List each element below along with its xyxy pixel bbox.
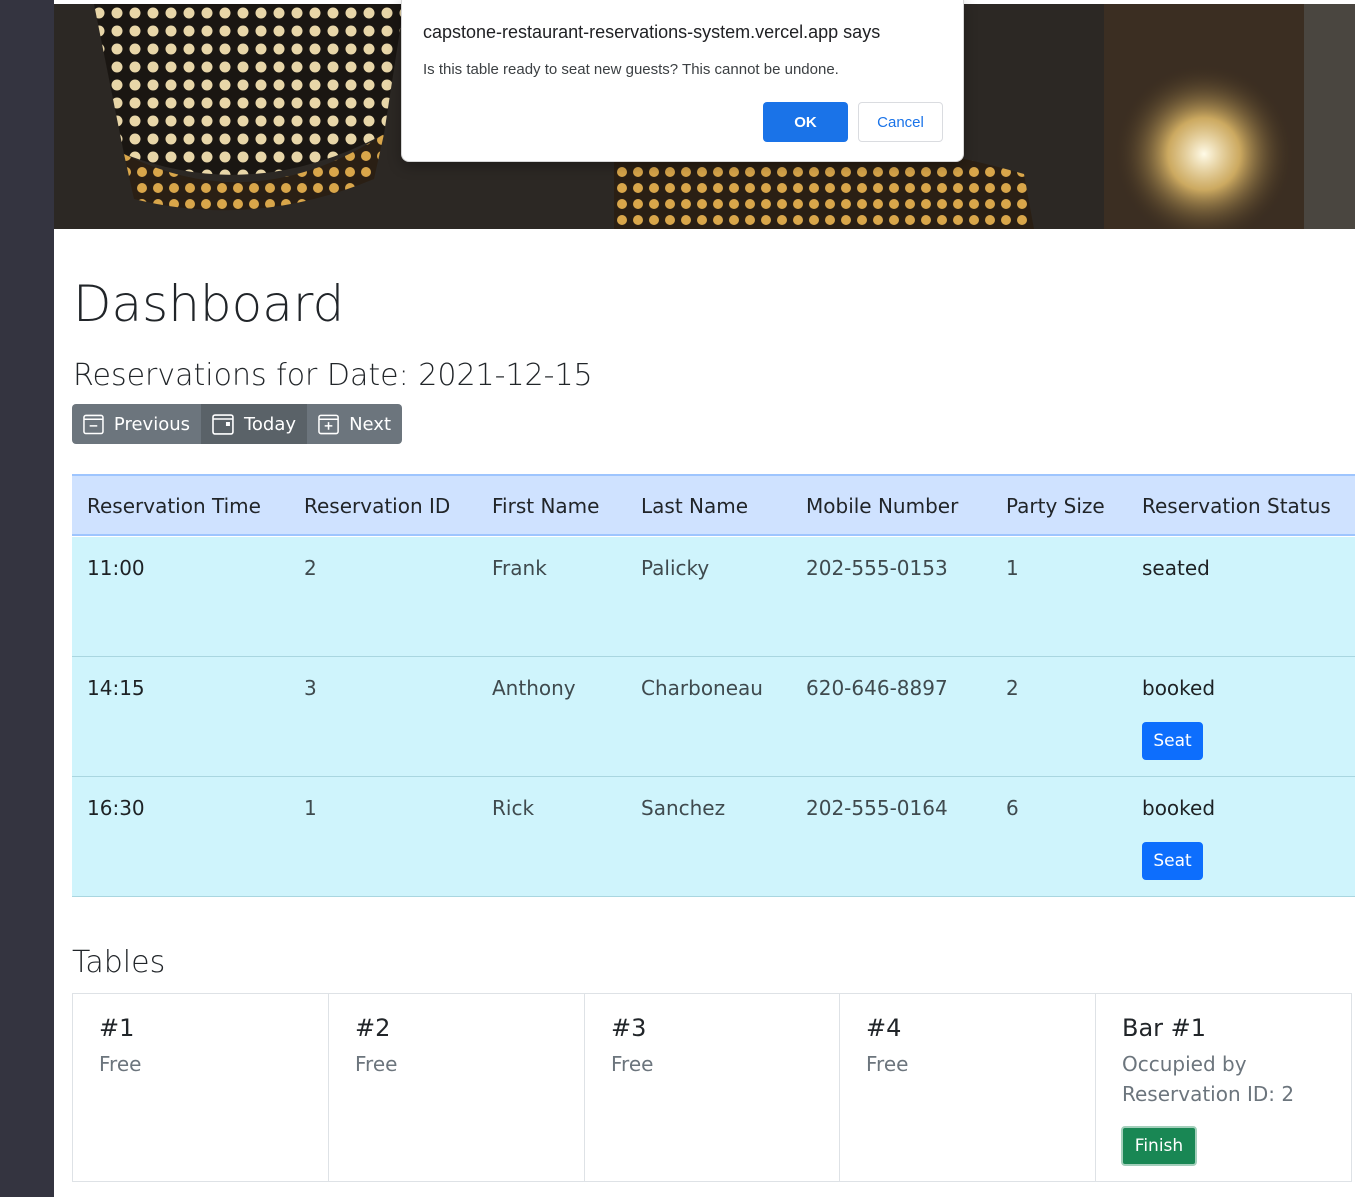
first-name: Frank <box>492 556 547 580</box>
table-status: Free <box>611 1052 654 1076</box>
tables-list: #1 Free #2 Free #3 Free #4 Free Bar #1 O… <box>72 993 1352 1182</box>
table-name: #3 <box>611 1014 647 1042</box>
sidebar <box>0 0 54 1197</box>
reservation-status: booked <box>1142 676 1216 700</box>
reservation-time: 16:30 <box>87 796 145 820</box>
table-status: Free <box>99 1052 142 1076</box>
today-label: Today <box>243 413 296 435</box>
mobile-number: 620-646-8897 <box>806 676 948 700</box>
table-name: Bar #1 <box>1122 1014 1207 1042</box>
last-name: Sanchez <box>641 796 726 820</box>
previous-button[interactable]: Previous <box>72 404 201 444</box>
table-name: #2 <box>355 1014 391 1042</box>
reservations-header: Reservation Time Reservation ID First Na… <box>72 474 1355 536</box>
calendar-icon <box>212 414 234 435</box>
party-size: 1 <box>1006 556 1019 580</box>
dialog-title: capstone-restaurant-reservations-system.… <box>423 22 881 42</box>
table-name: #4 <box>866 1014 902 1042</box>
col-reservation-id: Reservation ID <box>304 494 451 518</box>
table-card: #1 Free <box>73 994 329 1181</box>
party-size: 6 <box>1006 796 1019 820</box>
table-row: 11:00 2 Frank Palicky 202-555-0153 1 sea… <box>72 537 1355 657</box>
today-button[interactable]: Today <box>201 404 307 444</box>
calendar-minus-icon <box>83 414 104 435</box>
col-reservation-status: Reservation Status <box>1142 494 1331 518</box>
table-row: 14:15 3 Anthony Charboneau 620-646-8897 … <box>72 657 1355 777</box>
table-card: #4 Free <box>840 994 1096 1181</box>
mobile-number: 202-555-0164 <box>806 796 948 820</box>
reservation-status: seated <box>1142 556 1210 580</box>
table-status: Occupied by Reservation ID: 2 <box>1122 1052 1295 1106</box>
dialog-message: Is this table ready to seat new guests? … <box>423 61 839 78</box>
reservation-time: 11:00 <box>87 556 145 580</box>
last-name: Palicky <box>641 556 710 580</box>
table-card: #2 Free <box>329 994 585 1181</box>
table-name: #1 <box>99 1014 135 1042</box>
col-party-size: Party Size <box>1006 494 1105 518</box>
next-label: Next <box>349 413 391 435</box>
date-nav: Previous Today Next <box>72 404 402 444</box>
seat-button[interactable]: Seat <box>1142 722 1203 760</box>
seat-button[interactable]: Seat <box>1142 842 1203 880</box>
ok-button[interactable]: OK <box>763 102 848 142</box>
calendar-plus-icon <box>318 414 339 435</box>
first-name: Anthony <box>492 676 576 700</box>
table-card: Bar #1 Occupied by Reservation ID: 2 Fin… <box>1096 994 1351 1181</box>
reservation-id: 1 <box>304 796 317 820</box>
party-size: 2 <box>1006 676 1019 700</box>
confirm-dialog: capstone-restaurant-reservations-system.… <box>401 0 964 162</box>
finish-button[interactable]: Finish <box>1121 1126 1197 1166</box>
page-subtitle: Reservations for Date: 2021-12-15 <box>73 358 593 393</box>
next-button[interactable]: Next <box>307 404 402 444</box>
last-name: Charboneau <box>641 676 763 700</box>
table-status: Free <box>866 1052 909 1076</box>
reservation-time: 14:15 <box>87 676 145 700</box>
table-card: #3 Free <box>585 994 840 1181</box>
col-reservation-time: Reservation Time <box>87 494 261 518</box>
col-first-name: First Name <box>492 494 600 518</box>
cancel-button[interactable]: Cancel <box>858 102 943 142</box>
reservation-id: 3 <box>304 676 317 700</box>
page-title: Dashboard <box>73 275 345 333</box>
table-status: Free <box>355 1052 398 1076</box>
reservation-id: 2 <box>304 556 317 580</box>
col-mobile-number: Mobile Number <box>806 494 959 518</box>
first-name: Rick <box>492 796 535 820</box>
col-last-name: Last Name <box>641 494 749 518</box>
tables-heading: Tables <box>72 945 166 980</box>
table-row: 16:30 1 Rick Sanchez 202-555-0164 6 book… <box>72 777 1355 897</box>
reservation-status: booked <box>1142 796 1216 820</box>
previous-label: Previous <box>113 413 190 435</box>
mobile-number: 202-555-0153 <box>806 556 948 580</box>
